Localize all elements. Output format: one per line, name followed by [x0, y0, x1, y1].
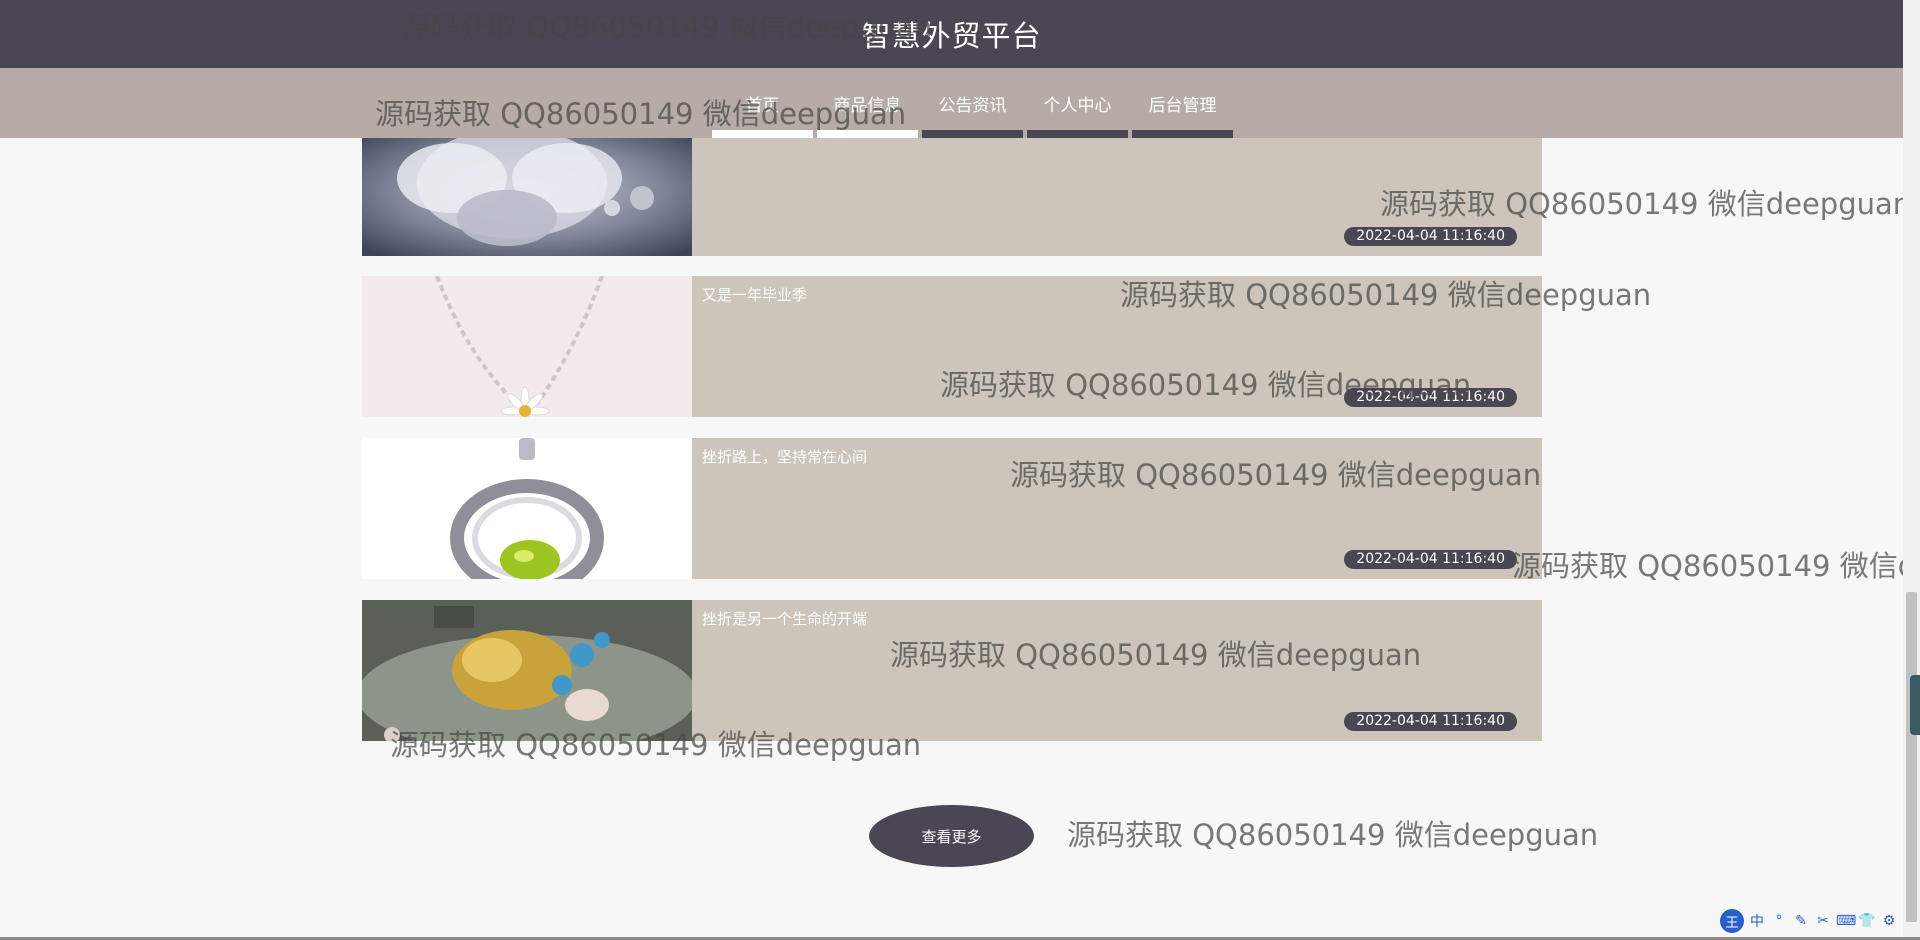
ime-settings-icon[interactable]: ⚙ [1880, 913, 1898, 929]
page-scrollbar[interactable] [1903, 0, 1920, 940]
scrollbar-thumb[interactable] [1906, 592, 1917, 922]
ime-logo-icon[interactable]: 王 [1720, 909, 1744, 933]
news-item[interactable]: 挫折是另一个生命的开端 2022-04-04 11:16:40 [362, 600, 1542, 741]
butterfly-brooch-image [362, 138, 692, 256]
ime-scissors-icon[interactable]: ✂ [1814, 913, 1832, 929]
news-date: 2022-04-04 11:16:40 [1344, 712, 1517, 731]
peridot-pendant-image [362, 438, 692, 579]
watermark-text: 源码获取 QQ86050149 微信deepguan [1067, 818, 1599, 852]
news-body: 又是一年毕业季 2022-04-04 11:16:40 [692, 276, 1542, 417]
news-title: 挫折路上，坚持常在心间 [702, 448, 868, 466]
nav-item-products[interactable]: 商品信息 [815, 68, 920, 138]
nav-item-admin[interactable]: 后台管理 [1130, 68, 1235, 138]
nav-item-label: 商品信息 [833, 95, 902, 116]
nav-item-label: 个人中心 [1043, 95, 1112, 116]
ime-handwriting-icon[interactable]: ✎ [1792, 913, 1810, 929]
nav-list: 首页 商品信息 公告资讯 个人中心 后台管理 [710, 68, 1235, 138]
page: 智慧外贸平台 首页 商品信息 公告资讯 个人中心 后台管理 2022-04-04… [0, 0, 1920, 940]
nav-underbar [922, 130, 1023, 138]
nav-item-label: 首页 [745, 95, 780, 116]
news-body: 2022-04-04 11:16:40 [692, 138, 1542, 256]
news-item[interactable]: 2022-04-04 11:16:40 [362, 138, 1542, 256]
news-body: 挫折是另一个生命的开端 2022-04-04 11:16:40 [692, 600, 1542, 741]
gold-hairpin-image [362, 600, 692, 741]
nav-item-home[interactable]: 首页 [710, 68, 815, 138]
news-title: 又是一年毕业季 [702, 286, 808, 304]
ime-skin-icon[interactable]: 👕 [1858, 913, 1876, 929]
top-header: 智慧外贸平台 [0, 0, 1903, 68]
nav-underbar [1027, 130, 1128, 138]
main-nav: 首页 商品信息 公告资讯 个人中心 后台管理 [0, 68, 1903, 138]
site-title: 智慧外贸平台 [861, 19, 1042, 53]
nav-item-label: 后台管理 [1148, 95, 1217, 116]
watermark-text: 源码获取 QQ86050149 微信deepguan [1512, 549, 1903, 583]
view-more-button[interactable]: 查看更多 [869, 805, 1034, 867]
side-panel-handle[interactable] [1910, 675, 1920, 735]
nav-item-label: 公告资讯 [938, 95, 1007, 116]
nav-underbar [817, 130, 918, 138]
ime-chinese-mode-icon[interactable]: 中 [1748, 911, 1766, 931]
news-body: 挫折路上，坚持常在心间 2022-04-04 11:16:40 [692, 438, 1542, 579]
ime-keyboard-icon[interactable]: ⌨ [1836, 913, 1856, 929]
ime-toolbar: 王 中 ° ✎ ✂ ⌨ 👕 ⚙ [1720, 909, 1898, 933]
nav-item-profile[interactable]: 个人中心 [1025, 68, 1130, 138]
nav-item-news[interactable]: 公告资讯 [920, 68, 1025, 138]
ime-punctuation-icon[interactable]: ° [1770, 913, 1788, 929]
news-title: 挫折是另一个生命的开端 [702, 610, 868, 628]
news-date: 2022-04-04 11:16:40 [1344, 388, 1517, 407]
news-item[interactable]: 又是一年毕业季 2022-04-04 11:16:40 [362, 276, 1542, 417]
news-item[interactable]: 挫折路上，坚持常在心间 2022-04-04 11:16:40 [362, 438, 1542, 579]
daisy-necklace-image [362, 276, 692, 417]
news-date: 2022-04-04 11:16:40 [1344, 227, 1517, 246]
nav-underbar [712, 130, 813, 138]
news-date: 2022-04-04 11:16:40 [1344, 550, 1517, 569]
nav-underbar [1132, 130, 1233, 138]
